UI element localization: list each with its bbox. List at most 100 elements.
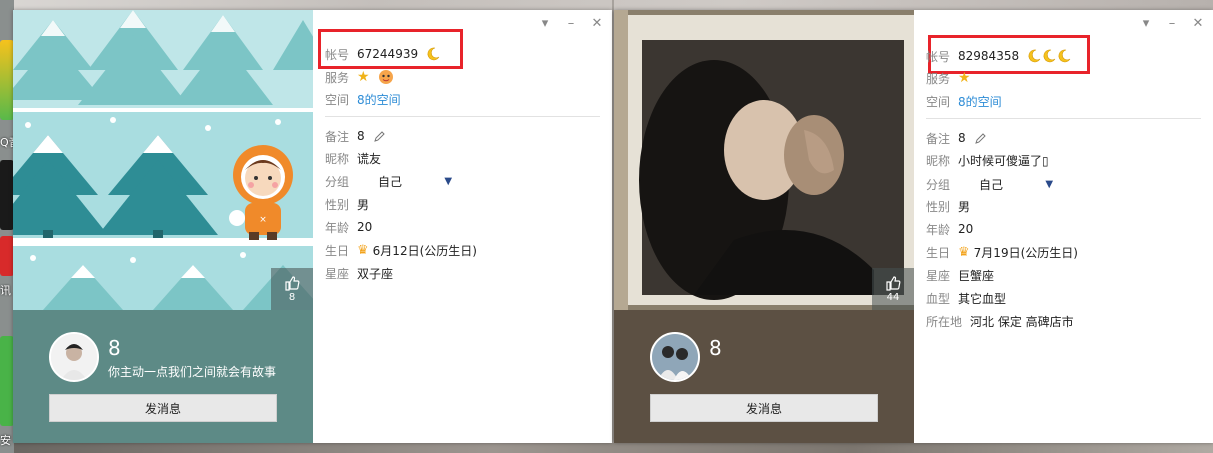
birthday-value: 6月12日(公历生日) [372, 243, 477, 258]
desktop-security-icon[interactable] [0, 336, 14, 426]
avatar[interactable] [49, 332, 99, 382]
age-row: 年龄 20 [926, 219, 973, 239]
space-link[interactable]: 8的空间 [958, 93, 1002, 110]
dropdown-arrow-icon[interactable]: ▾ [538, 16, 552, 31]
gender-label: 性别 [325, 197, 350, 212]
age-label: 年龄 [926, 222, 951, 237]
zodiac-value: 巨蟹座 [958, 268, 995, 283]
star-icon[interactable]: ★ [958, 70, 971, 86]
service-row: 服务 ★ [926, 68, 971, 88]
gender-value: 男 [958, 199, 971, 214]
level-badges [1027, 49, 1071, 63]
profile-summary: 8 发消息 [614, 310, 914, 443]
remark-label: 备注 [325, 129, 350, 144]
zodiac-value: 双子座 [357, 266, 394, 281]
gender-row: 性别 男 [926, 196, 970, 216]
like-button[interactable]: 44 [872, 268, 914, 310]
space-label: 空间 [926, 94, 951, 109]
cover-photo[interactable]: × 8 [13, 10, 313, 310]
blood-type-label: 血型 [926, 291, 951, 306]
nick-row: 昵称 谎友 [325, 148, 381, 168]
zodiac-label: 星座 [325, 266, 350, 281]
pencil-icon[interactable] [373, 130, 386, 143]
profile-summary: 8 你主动一点我们之间就会有故事 发消息 [13, 310, 313, 443]
account-row: 帐号 67244939 [325, 44, 440, 64]
dropdown-arrow-icon[interactable]: ▾ [1139, 16, 1153, 31]
group-label: 分组 [325, 174, 350, 189]
nick-label: 昵称 [926, 153, 951, 168]
avatar-image [652, 334, 698, 380]
close-icon[interactable]: ✕ [590, 16, 604, 31]
cover-photo[interactable]: 44 [614, 10, 914, 310]
profile-info-panel: ▾ – ✕ 帐号 82984358 服务 ★ 空间 8的空间 备注 8 昵称 小… [914, 10, 1213, 443]
desktop-app-icon-red[interactable] [0, 236, 14, 276]
window-controls: ▾ – ✕ [1139, 16, 1205, 31]
space-row: 空间 8的空间 [325, 89, 401, 109]
group-value: 自己 [378, 174, 403, 189]
wallpaper-bottom [14, 443, 1213, 453]
space-label: 空间 [325, 92, 350, 107]
send-message-button[interactable]: 发消息 [49, 394, 277, 422]
send-message-button[interactable]: 发消息 [650, 394, 878, 422]
minimize-icon[interactable]: – [564, 16, 578, 31]
account-label: 帐号 [926, 49, 951, 64]
crescent-moon-icon [1058, 49, 1071, 63]
group-select[interactable]: 自己 ▼ [357, 172, 453, 190]
birthday-value: 7月19日(公历生日) [973, 245, 1078, 260]
remark-label: 备注 [926, 131, 951, 146]
birthday-row: 生日 ♛ 6月12日(公历生日) [325, 240, 477, 260]
account-row: 帐号 82984358 [926, 46, 1071, 66]
crown-icon: ♛ [958, 244, 970, 260]
gender-label: 性别 [926, 199, 951, 214]
avatar[interactable] [650, 332, 700, 382]
gender-row: 性别 男 [325, 194, 369, 214]
profile-card-right: 44 8 发消息 ▾ – ✕ 帐号 82984358 服务 ★ 空间 8的空间 … [614, 10, 1213, 443]
like-button[interactable]: 8 [271, 268, 313, 310]
winter-tree-illustration: × [13, 10, 313, 310]
desktop-qq-icon[interactable] [0, 160, 14, 230]
pencil-icon[interactable] [974, 132, 987, 145]
group-select[interactable]: 自己 ▼ [958, 175, 1054, 193]
remark-row: 备注 8 [325, 126, 386, 146]
profile-nickname: 8 [709, 336, 722, 360]
level-badges [426, 47, 440, 61]
profile-nickname: 8 [108, 336, 121, 360]
desktop-background: Q音 讯 安 [0, 0, 14, 453]
crown-icon: ♛ [357, 242, 369, 258]
crescent-moon-icon [1043, 49, 1056, 63]
account-number: 67244939 [357, 47, 419, 61]
desktop-app-icon[interactable] [0, 40, 14, 120]
close-icon[interactable]: ✕ [1191, 16, 1205, 31]
location-value: 河北 保定 高碑店市 [970, 314, 1074, 329]
minimize-icon[interactable]: – [1165, 16, 1179, 31]
service-label: 服务 [926, 71, 951, 86]
chevron-down-icon: ▼ [1045, 178, 1054, 190]
account-number: 82984358 [958, 49, 1020, 63]
space-row: 空间 8的空间 [926, 91, 1002, 111]
profile-info-panel: ▾ – ✕ 帐号 67244939 服务 ★ 空间 8的空间 备注 8 昵称 谎… [313, 10, 612, 443]
pet-face-icon[interactable] [378, 69, 394, 85]
window-controls: ▾ – ✕ [538, 16, 604, 31]
gender-value: 男 [357, 197, 370, 212]
divider [926, 118, 1201, 119]
remark-value: 8 [958, 131, 966, 145]
group-row: 分组 自己 ▼ [325, 171, 453, 191]
remark-value: 8 [357, 129, 365, 143]
thumbs-up-icon [285, 276, 300, 291]
space-link[interactable]: 8的空间 [357, 91, 401, 108]
star-icon[interactable]: ★ [357, 69, 370, 85]
nick-value: 谎友 [357, 151, 382, 166]
desktop-app-label: 安 [0, 434, 11, 447]
age-row: 年龄 20 [325, 217, 372, 237]
svg-text:×: × [259, 215, 267, 225]
group-row: 分组 自己 ▼ [926, 174, 1054, 194]
nick-value: 小时候可傻逼了▯ [958, 153, 1049, 168]
thumbs-up-icon [886, 276, 901, 291]
age-value: 20 [357, 220, 373, 234]
profile-card-left: × 8 8 你主动一点我们之间就会有故事 发消息 ▾ – ✕ 帐号 672449… [13, 10, 612, 443]
group-value: 自己 [979, 177, 1004, 192]
nick-row: 昵称 小时候可傻逼了▯ [926, 150, 1049, 170]
age-value: 20 [958, 222, 974, 236]
service-label: 服务 [325, 70, 350, 85]
blood-type-row: 血型 其它血型 [926, 288, 1006, 308]
